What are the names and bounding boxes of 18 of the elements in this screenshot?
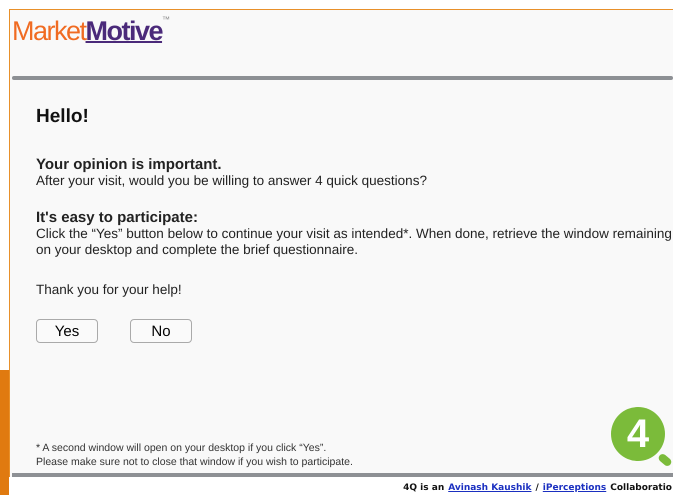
section-text: After your visit, would you be willing to answer 4 quick questions? — [36, 173, 428, 189]
credit-text: 4Q is an — [403, 483, 444, 493]
footnote: * A second window will open on your desktop if you click “Yes”. — [36, 441, 328, 455]
section-text: Click the “Yes” button below to continue your visit as intended*. When done, retrieve the window remaining on your desktop and complete the brief questionnaire. — [36, 226, 672, 258]
section-title: It's easy to participate: — [36, 209, 199, 226]
section-title: Your opinion is important. — [36, 156, 223, 173]
logo-text: Market — [12, 15, 86, 48]
author-link[interactable]: Avinash Kaushik — [448, 483, 532, 493]
answer-button[interactable]: No — [130, 319, 192, 343]
trademark-mark: ™ — [162, 14, 170, 24]
footnote: Please make sure not to close that window if you wish to participate. — [36, 455, 353, 469]
separator: / — [536, 483, 539, 493]
credit-text: Collaboratio — [610, 483, 672, 493]
logo-text: Motive — [86, 15, 162, 48]
thanks-text: Thank you for your help! — [36, 282, 183, 297]
heading: Hello! — [36, 106, 90, 128]
company-link[interactable]: iPerceptions — [542, 483, 606, 493]
answer-button[interactable]: Yes — [36, 319, 98, 343]
